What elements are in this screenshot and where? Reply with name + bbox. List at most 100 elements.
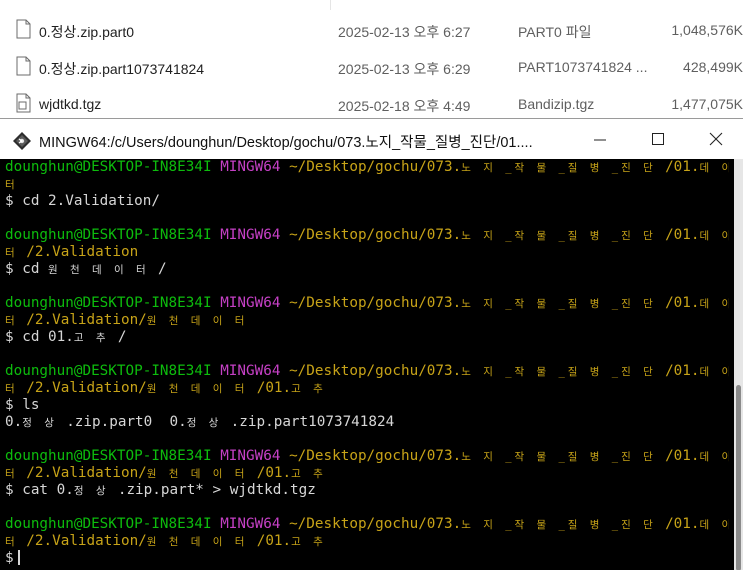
prompt-path-wrap-korean: 터 [5,179,18,191]
file-explorer-list: 0.정상.zip.part0 2025-02-13 오후 6:27 PART0 … [0,0,743,118]
file-date: 2025-02-13 오후 6:27 [338,24,471,40]
prompt-path-wrap-korean: 터 [5,468,18,480]
prompt-path-wrap-tail: /2.Validation/ [17,312,147,328]
command-output: 0.정 상 .zip.part0 0.정 상 .zip.part10737418… [5,414,729,431]
file-size: 1,477,075K [671,96,743,112]
file-row[interactable]: 0.정상.zip.part1073741824 2025-02-13 오후 6:… [0,49,743,86]
prompt-path-korean: 노 지 _작 물 _질 병 _진 단 [461,298,666,310]
prompt-dollar: $ [5,193,14,209]
output-part: .zip.part0 0. [66,414,187,430]
window-titlebar[interactable]: MINGW64:/c/Users/dounghun/Desktop/gochu/… [0,119,743,159]
prompt-system: MINGW64 [220,516,281,532]
command-line: $ cd 01.고 추 / [5,329,729,346]
terminal-lines: dounghun@DESKTOP-IN8E34I MINGW64 ~/Deskt… [5,159,729,567]
prompt-path-wrap-tail: /2.Validation/ [17,533,147,549]
prompt-path-wrap-tail-korean: 원 천 데 이 터 [146,468,257,480]
file-size: 428,499K [683,59,743,75]
prompt-path-tail-korean: 데 이 [699,451,730,463]
prompt-path-korean: 노 지 _작 물 _질 병 _진 단 [461,366,666,378]
output-part-korean: 정 상 [186,417,231,429]
prompt-path-wrap-korean: 터 [5,247,18,259]
prompt-path-wrap-tail2-korean: 고 추 [291,536,326,548]
prompt-path: ~/Desktop/gochu/073. [289,448,462,464]
prompt-path-tail-korean: 데 이 [699,230,730,242]
prompt-path-wrap-tail2: /01. [256,465,292,481]
prompt-path-tail: /01. [665,516,700,532]
command-text-tail: / [117,329,127,345]
prompt-path-tail: /01. [665,363,700,379]
command-text-korean: 정 상 [73,485,118,497]
prompt-path-wrap: 터 /2.Validation/원 천 데 이 터 /01.고 추 [5,533,729,550]
prompt-path-tail: /01. [665,448,700,464]
archive-icon [16,93,31,113]
command-input-line[interactable]: $ [5,550,729,567]
prompt-system: MINGW64 [220,295,281,311]
prompt-user: dounghun@DESKTOP-IN8E34I [5,448,212,464]
file-type: Bandizip.tgz [518,96,595,112]
prompt-path-wrap-tail-korean: 원 천 데 이 터 [146,536,257,548]
prompt-path-tail-korean: 데 이 [699,162,730,174]
prompt-path-tail-korean: 데 이 [699,519,730,531]
prompt-path-wrap: 터 /2.Validation [5,244,729,261]
command-text: cd [22,261,49,277]
prompt-path-korean: 노 지 _작 물 _질 병 _진 단 [461,162,666,174]
prompt-line: dounghun@DESKTOP-IN8E34I MINGW64 ~/Deskt… [5,516,729,533]
output-part-korean: 정 상 [22,417,67,429]
prompt-dollar: $ [5,329,14,345]
command-line: $ cd 2.Validation/ [5,193,729,210]
column-divider [330,0,331,10]
prompt-path-korean: 노 지 _작 물 _질 병 _진 단 [461,451,666,463]
terminal-window[interactable]: MINGW64:/c/Users/dounghun/Desktop/gochu/… [0,118,743,570]
output-part: 0. [5,414,23,430]
file-name[interactable]: 0.정상.zip.part0 [39,22,134,42]
prompt-path: ~/Desktop/gochu/073. [289,227,462,243]
file-name[interactable]: 0.정상.zip.part1073741824 [39,59,204,79]
command-text: cd 01. [22,329,74,345]
command-text-korean: 고 추 [73,332,118,344]
prompt-path-korean: 노 지 _작 물 _질 병 _진 단 [461,230,666,242]
prompt-user: dounghun@DESKTOP-IN8E34I [5,295,212,311]
prompt-path-wrap-tail-korean: 원 천 데 이 터 [146,315,248,327]
command-text-tail: .zip.part* > wjdtkd.tgz [117,482,316,498]
minimize-button[interactable] [571,119,629,159]
file-date: 2025-02-13 오후 6:29 [338,61,471,77]
prompt-system: MINGW64 [220,448,281,464]
text-cursor [17,550,20,565]
file-row[interactable]: 0.정상.zip.part0 2025-02-13 오후 6:27 PART0 … [0,12,743,49]
prompt-path-tail: /01. [665,295,700,311]
maximize-icon [652,133,664,145]
command-text: cat 0. [22,482,74,498]
command-line: $ cd 원 천 데 이 터 / [5,261,729,278]
prompt-path-wrap-tail: /2.Validation [17,244,139,260]
prompt-path-wrap-tail2: /01. [256,533,292,549]
prompt-path-tail: /01. [665,159,700,175]
document-icon [16,56,31,76]
prompt-path-wrap: 터 /2.Validation/원 천 데 이 터 [5,312,729,329]
file-size: 1,048,576K [671,22,743,38]
prompt-path-wrap: 터 /2.Validation/원 천 데 이 터 /01.고 추 [5,380,729,397]
prompt-path-wrap-tail: /2.Validation/ [17,465,147,481]
file-type: PART0 파일 [518,24,592,40]
prompt-path-wrap-tail-korean: 원 천 데 이 터 [146,383,257,395]
terminal-output[interactable]: dounghun@DESKTOP-IN8E34I MINGW64 ~/Deskt… [0,159,734,570]
prompt-line: dounghun@DESKTOP-IN8E34I MINGW64 ~/Deskt… [5,159,729,176]
command-line: $ cat 0.정 상 .zip.part* > wjdtkd.tgz [5,482,729,499]
prompt-line: dounghun@DESKTOP-IN8E34I MINGW64 ~/Deskt… [5,227,729,244]
command-text: cd 2.Validation/ [22,193,160,209]
command-text-tail: / [157,261,167,277]
scrollbar-thumb[interactable] [736,385,741,570]
prompt-path-wrap-tail2-korean: 고 추 [291,383,326,395]
git-bash-icon [13,132,31,150]
prompt-path-wrap-tail2-korean: 고 추 [291,468,326,480]
file-name[interactable]: wjdtkd.tgz [39,96,101,112]
prompt-path-wrap-korean: 터 [5,315,18,327]
command-text: ls [22,397,40,413]
maximize-button[interactable] [629,119,687,159]
terminal-scrollbar[interactable] [734,159,743,570]
prompt-line: dounghun@DESKTOP-IN8E34I MINGW64 ~/Deskt… [5,295,729,312]
close-button[interactable] [687,119,743,159]
